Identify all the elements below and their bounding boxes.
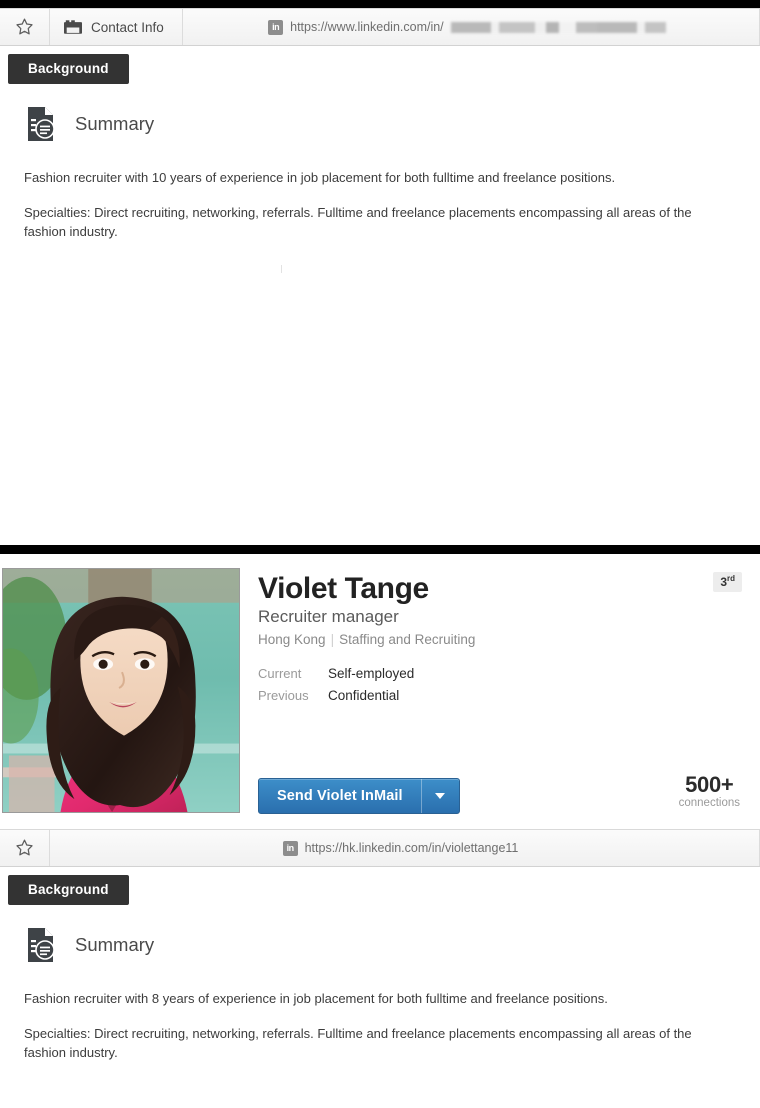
profile-location-industry: Hong Kong | Staffing and Recruiting	[258, 632, 752, 647]
profile-url-redacted	[450, 21, 666, 33]
profile-url: https://hk.linkedin.com/in/violettange11	[304, 841, 519, 855]
summary-document-icon	[24, 927, 58, 963]
profile-header-violet: 3rd Violet Tange Recruiter manager Hong …	[0, 554, 760, 829]
profile-facts: Current Self-employed Previous Confident…	[258, 662, 752, 706]
save-profile-star-button[interactable]	[0, 9, 50, 45]
background-section-violet: Background	[0, 867, 760, 905]
linkedin-icon: in	[282, 840, 298, 856]
summary-paragraph: Fashion recruiter with 10 years of exper…	[24, 170, 616, 185]
comparison-screenshot: Senior Recruiter Manager Fashion & Beaut…	[0, 0, 760, 1108]
profile-url-prefix: https://www.linkedin.com/in/	[290, 20, 444, 34]
profile-header-text-violet: Violet Tange Recruiter manager Hong Kong…	[258, 572, 752, 706]
avatar-photo-violet	[2, 568, 240, 813]
inmail-dropdown-toggle[interactable]	[420, 779, 459, 813]
save-profile-star-button[interactable]	[0, 830, 50, 866]
fact-row-current: Current Self-employed	[258, 662, 752, 684]
fact-value-current[interactable]: Self-employed	[328, 666, 414, 681]
connections-count-block[interactable]: 500+ connections	[679, 772, 740, 809]
profile-toolbar-redacted: Contact Info in https://www.linkedin.com…	[0, 8, 760, 46]
fact-label-previous: Previous	[258, 687, 309, 703]
summary-paragraph: Specialties: Direct recruiting, networki…	[24, 1026, 692, 1060]
summary-title: Summary	[75, 934, 155, 955]
summary-section-violet: Summary Fashion recruiter with 8 years o…	[0, 905, 760, 1086]
top-black-bar	[0, 0, 760, 8]
background-section-redacted: Background	[0, 46, 760, 84]
send-inmail-label[interactable]: Send Violet InMail	[259, 779, 421, 813]
linkedin-icon: in	[268, 19, 284, 35]
contact-info-label: Contact Info	[91, 19, 164, 35]
send-inmail-button[interactable]: Send Violet InMail	[258, 778, 460, 814]
profile-url-display-redacted[interactable]: in https://www.linkedin.com/in/	[183, 9, 760, 45]
profile-card-redacted: Senior Recruiter Manager Fashion & Beaut…	[0, 8, 760, 536]
background-tab[interactable]: Background	[8, 54, 129, 84]
connections-count: 500+	[685, 772, 734, 797]
fact-row-previous: Previous Confidential	[258, 684, 752, 706]
fact-value-previous[interactable]: Confidential	[328, 688, 399, 703]
chevron-down-icon	[435, 793, 446, 799]
star-icon	[16, 18, 33, 35]
section-divider	[0, 545, 760, 554]
profile-actions-violet: Send Violet InMail	[258, 778, 460, 814]
star-icon	[16, 839, 33, 856]
profile-headline: Recruiter manager	[258, 607, 399, 626]
summary-header: Summary	[24, 927, 736, 963]
summary-paragraph: Specialties: Direct recruiting, networki…	[24, 205, 692, 239]
contact-card-icon	[64, 19, 82, 34]
summary-paragraph: Fashion recruiter with 8 years of experi…	[24, 991, 608, 1006]
summary-section-redacted: Summary Fashion recruiter with 10 years …	[0, 84, 760, 265]
separator: |	[330, 632, 335, 647]
fact-label-current: Current	[258, 665, 302, 681]
profile-industry: Staffing and Recruiting	[339, 632, 476, 647]
summary-title: Summary	[75, 113, 155, 134]
profile-location: Hong Kong	[258, 632, 326, 647]
profile-name: Violet Tange	[258, 572, 429, 605]
profile-card-violet-tange: 3rd Violet Tange Recruiter manager Hong …	[0, 554, 760, 1108]
background-tab[interactable]: Background	[8, 875, 129, 905]
contact-info-button[interactable]: Contact Info	[50, 9, 183, 45]
summary-header: Summary	[24, 106, 736, 142]
summary-document-icon	[24, 106, 58, 142]
connections-label: connections	[678, 797, 740, 809]
profile-url-display[interactable]: in https://hk.linkedin.com/in/violettang…	[50, 830, 760, 866]
profile-toolbar-violet: in https://hk.linkedin.com/in/violettang…	[0, 829, 760, 867]
